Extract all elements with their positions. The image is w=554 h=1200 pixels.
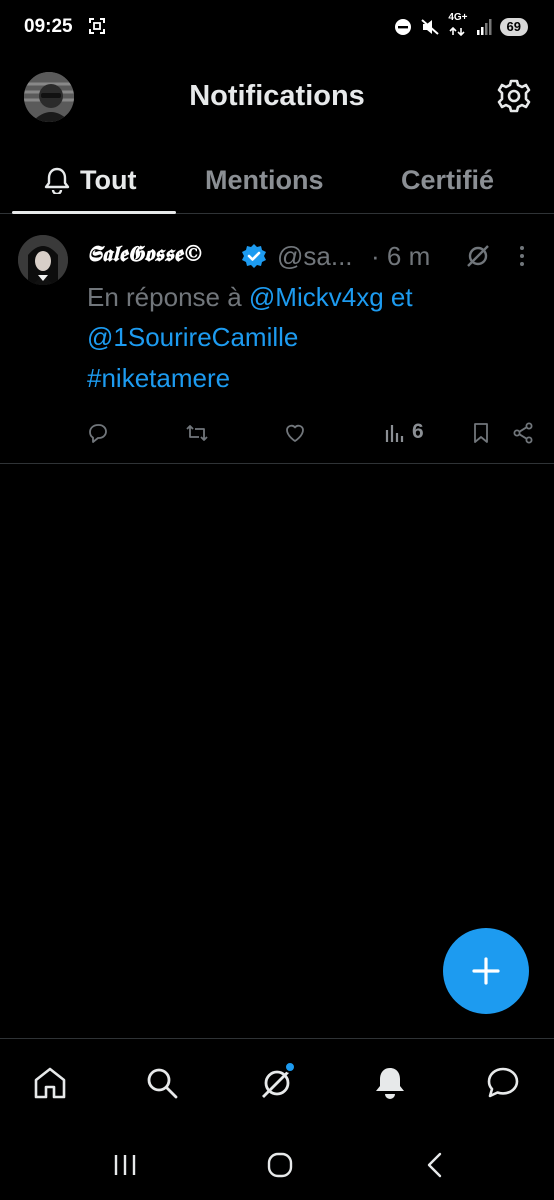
more-vertical-icon[interactable] (517, 243, 527, 269)
reply-user-link-1[interactable]: @Mickv4xg (249, 282, 384, 312)
notification-dot (284, 1061, 296, 1073)
recent-apps-icon[interactable] (110, 1150, 140, 1180)
retweet-icon[interactable] (185, 421, 209, 445)
verified-badge-icon (242, 244, 266, 268)
status-bar: 09:25 4G+ 69 (0, 0, 554, 56)
gear-icon[interactable] (496, 78, 532, 114)
tab-mentions[interactable]: Mentions (205, 160, 324, 200)
heart-icon[interactable] (283, 421, 307, 445)
reply-prefix: En réponse à (87, 282, 242, 312)
top-app-bar: Notifications (0, 56, 554, 146)
notification-tweet[interactable]: 𝕾𝖆𝖑𝖊𝕲𝖔𝖘𝖘𝖊© @sa... · 6 m En réponse à @Mi… (0, 215, 554, 464)
tweet-header: 𝕾𝖆𝖑𝖊𝕲𝖔𝖘𝖘𝖊© @sa... · 6 m (87, 237, 554, 277)
data-arrows-icon (449, 26, 465, 37)
network-label: 4G+ (448, 12, 468, 23)
tab-all-label: Tout (80, 164, 137, 195)
home-button-icon[interactable] (265, 1150, 295, 1180)
tweet-time: · 6 m (371, 241, 431, 271)
reply-user-link-2[interactable]: @1SourireCamille (87, 322, 298, 352)
author-display-name[interactable]: 𝕾𝖆𝖑𝖊𝕲𝖔𝖘𝖘𝖊© (87, 241, 204, 267)
compose-button[interactable] (443, 928, 529, 1014)
reply-icon[interactable] (86, 421, 110, 445)
bar-chart-icon[interactable] (383, 421, 407, 445)
status-time: 09:25 (24, 16, 73, 37)
message-icon[interactable] (485, 1065, 521, 1101)
bookmark-icon[interactable] (469, 421, 493, 445)
search-icon[interactable] (144, 1065, 180, 1101)
battery-indicator: 69 (499, 18, 528, 36)
author-handle: @sa... (277, 241, 353, 271)
tweet-actions: 6 (0, 415, 554, 451)
active-tab-indicator (12, 211, 176, 214)
system-navigation (0, 1130, 554, 1200)
screenshot-icon (89, 18, 105, 34)
plus-icon (472, 957, 500, 985)
back-icon[interactable] (420, 1150, 450, 1180)
tweet-author-avatar[interactable] (18, 235, 68, 285)
bottom-navigation (0, 1038, 554, 1130)
signal-icon (476, 19, 492, 35)
dnd-icon (395, 19, 412, 35)
reply-and: et (390, 282, 413, 312)
mute-icon (421, 19, 440, 35)
bell-icon[interactable] (372, 1065, 408, 1101)
page-title: Notifications (189, 80, 365, 112)
reply-context: En réponse à @Mickv4xg et @1SourireCamil… (87, 277, 527, 357)
bell-icon (44, 167, 70, 194)
share-icon[interactable] (511, 421, 535, 445)
views-count: 6 (412, 420, 424, 443)
tab-verified[interactable]: Certifié (401, 160, 494, 200)
home-icon[interactable] (32, 1065, 68, 1101)
tab-mentions-label: Mentions (205, 164, 324, 195)
grok-icon[interactable] (465, 243, 491, 269)
hashtag-link[interactable]: #niketamere (87, 363, 230, 394)
tab-verified-label: Certifié (401, 164, 495, 195)
tab-all[interactable]: Tout (44, 160, 136, 200)
notification-tabs: Tout Mentions Certifié (0, 146, 554, 214)
